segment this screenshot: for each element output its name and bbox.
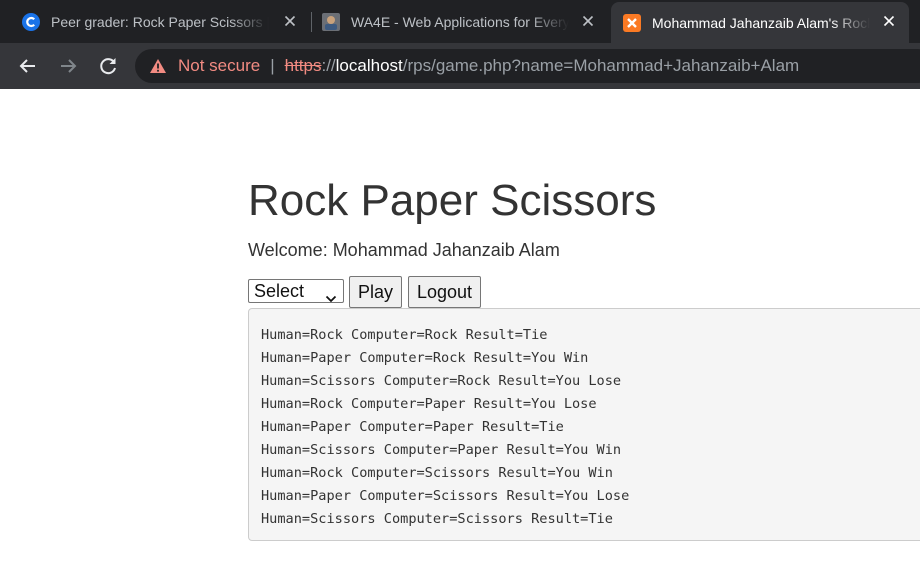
coursera-icon — [22, 12, 40, 31]
browser-tab-strip: Peer grader: Rock Paper Scissors | Cours… — [0, 0, 920, 43]
result-line: Human=Scissors Computer=Rock Result=You … — [261, 373, 622, 389]
url-scheme: https — [284, 56, 322, 75]
chevron-down-icon — [325, 287, 337, 303]
url-host: localhost — [335, 56, 403, 75]
address-bar[interactable]: Not secure | https://localhost/rps/game.… — [135, 49, 920, 83]
back-arrow-icon[interactable] — [16, 54, 40, 78]
browser-toolbar: Not secure | https://localhost/rps/game.… — [0, 43, 920, 89]
warning-icon[interactable] — [149, 57, 167, 75]
address-divider: | — [270, 56, 275, 75]
logout-button[interactable]: Logout — [408, 276, 481, 308]
url-scheme-separator: :// — [321, 56, 336, 75]
welcome-message: Welcome: Mohammad Jahanzaib Alam — [248, 240, 560, 260]
result-line: Human=Rock Computer=Rock Result=Tie — [261, 327, 548, 343]
result-line: Human=Paper Computer=Scissors Result=You… — [261, 488, 630, 504]
result-line: Human=Rock Computer=Scissors Result=You … — [261, 465, 613, 481]
close-icon[interactable] — [580, 13, 596, 29]
close-icon[interactable] — [881, 13, 897, 29]
result-line: Human=Paper Computer=Paper Result=Tie — [261, 419, 564, 435]
result-line: Human=Paper Computer=Rock Result=You Win — [261, 350, 589, 366]
tab-title: Peer grader: Rock Paper Scissors | Cours… — [51, 13, 269, 30]
xampp-icon — [623, 13, 641, 32]
reload-icon[interactable] — [96, 54, 120, 78]
tab-separator — [311, 12, 312, 32]
tab-peer-grader[interactable]: Peer grader: Rock Paper Scissors | Cours… — [22, 0, 310, 43]
tab-wa4e[interactable]: WA4E - Web Applications for Everybody — [322, 0, 608, 43]
forward-arrow-icon[interactable] — [56, 54, 80, 78]
security-label[interactable]: Not secure — [178, 56, 260, 76]
tab-title: Mohammad Jahanzaib Alam's Rock Paper Sci… — [652, 14, 870, 31]
tab-rock-paper-scissors[interactable]: Mohammad Jahanzaib Alam's Rock Paper Sci… — [611, 2, 909, 43]
wa4e-icon — [322, 12, 340, 31]
result-line: Human=Scissors Computer=Paper Result=You… — [261, 442, 622, 458]
human-choice-select[interactable]: Select — [248, 279, 344, 303]
play-button[interactable]: Play — [349, 276, 402, 308]
result-line: Human=Rock Computer=Paper Result=You Los… — [261, 396, 597, 412]
url-path: /rps/game.php?name=Mohammad+Jahanzaib+Al… — [402, 56, 800, 75]
close-icon[interactable] — [282, 13, 298, 29]
result-line: Human=Scissors Computer=Scissors Result=… — [261, 511, 613, 527]
tab-title: WA4E - Web Applications for Everybody — [351, 13, 569, 30]
select-value: Select — [254, 281, 305, 301]
results-box: Human=Rock Computer=Rock Result=Tie Human… — [248, 308, 920, 541]
page-title: Rock Paper Scissors — [248, 176, 657, 225]
